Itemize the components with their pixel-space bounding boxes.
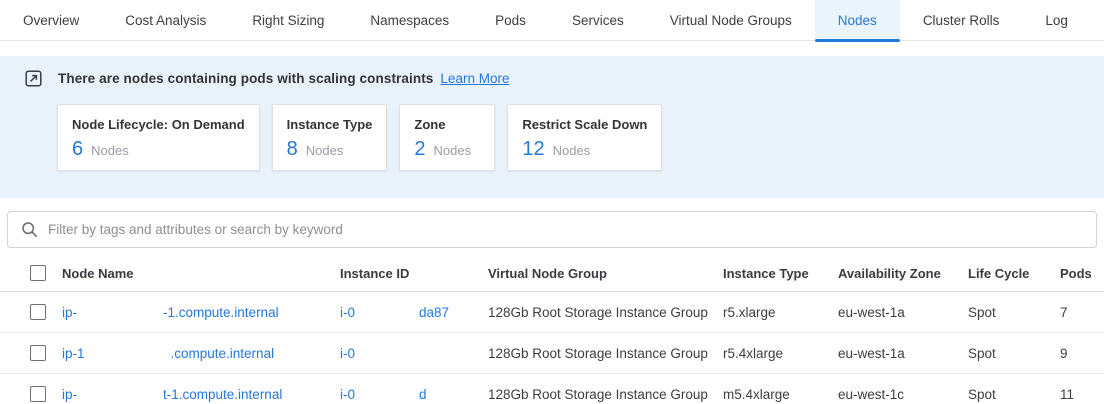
card-title: Restrict Scale Down xyxy=(522,117,647,132)
filter-search-box xyxy=(7,211,1097,248)
column-header-instance-id[interactable]: Instance ID xyxy=(340,266,488,281)
card-title: Node Lifecycle: On Demand xyxy=(72,117,245,132)
row-checkbox[interactable] xyxy=(30,304,46,320)
column-header-availability-zone[interactable]: Availability Zone xyxy=(838,266,968,281)
node-name-fragment: ip- xyxy=(62,305,77,320)
life-cycle-cell: Spot xyxy=(968,346,1060,361)
card-zone[interactable]: Zone 2 Nodes xyxy=(399,104,495,171)
availability-zone-cell: eu-west-1a xyxy=(838,305,968,320)
search-icon xyxy=(21,221,38,238)
card-count: 12 xyxy=(522,138,544,161)
card-restrict-scale-down[interactable]: Restrict Scale Down 12 Nodes xyxy=(507,104,662,171)
instance-id-link[interactable]: i-0 da87 xyxy=(340,305,488,320)
node-name-link[interactable]: ip-1 .compute.internal xyxy=(55,346,340,361)
row-checkbox[interactable] xyxy=(30,345,46,361)
card-count: 2 xyxy=(414,138,425,161)
life-cycle-cell: Spot xyxy=(968,305,1060,320)
card-count: 8 xyxy=(287,138,298,161)
table-row: ip-t-1.compute.internal i-0 d 128Gb Root … xyxy=(0,374,1104,404)
virtual-node-group-cell: 128Gb Root Storage Instance Group xyxy=(488,305,723,320)
tab-pods[interactable]: Pods xyxy=(472,0,549,40)
node-name-link[interactable]: ip- -1.compute.internal xyxy=(55,305,340,320)
instance-id-link[interactable]: i-0 d xyxy=(340,387,488,402)
instance-type-cell: m5.4xlarge xyxy=(723,387,838,402)
life-cycle-cell: Spot xyxy=(968,387,1060,402)
node-name-fragment: ip- xyxy=(62,387,77,402)
card-instance-type[interactable]: Instance Type 8 Nodes xyxy=(272,104,388,171)
nodes-table-header: Node Name Instance ID Virtual Node Group… xyxy=(0,255,1104,292)
instance-id-link[interactable]: i-0 xyxy=(340,346,488,361)
node-name-fragment: .compute.internal xyxy=(171,346,275,361)
constraint-cards: Node Lifecycle: On Demand 6 Nodes Instan… xyxy=(57,104,1104,171)
select-all-checkbox[interactable] xyxy=(30,265,46,281)
availability-zone-cell: eu-west-1c xyxy=(838,387,968,402)
availability-zone-cell: eu-west-1a xyxy=(838,346,968,361)
pods-cell: 11 xyxy=(1060,387,1104,402)
tab-cluster-rolls[interactable]: Cluster Rolls xyxy=(900,0,1023,40)
cluster-tab-bar: Overview Cost Analysis Right Sizing Name… xyxy=(0,0,1104,41)
column-header-pods[interactable]: Pods xyxy=(1060,266,1104,281)
tab-services[interactable]: Services xyxy=(549,0,647,40)
tab-overview[interactable]: Overview xyxy=(0,0,102,40)
card-count: 6 xyxy=(72,138,83,161)
instance-type-cell: r5.xlarge xyxy=(723,305,838,320)
instance-id-fragment: i-0 xyxy=(340,387,355,402)
column-header-life-cycle[interactable]: Life Cycle xyxy=(968,266,1060,281)
instance-type-cell: r5.4xlarge xyxy=(723,346,838,361)
node-name-fragment: ip-1 xyxy=(62,346,85,361)
learn-more-link[interactable]: Learn More xyxy=(440,71,509,86)
pods-cell: 7 xyxy=(1060,305,1104,320)
tab-virtual-node-groups[interactable]: Virtual Node Groups xyxy=(647,0,815,40)
card-unit: Nodes xyxy=(91,143,129,158)
tab-right-sizing[interactable]: Right Sizing xyxy=(229,0,347,40)
row-checkbox[interactable] xyxy=(30,386,46,402)
card-unit: Nodes xyxy=(306,143,344,158)
column-header-instance-type[interactable]: Instance Type xyxy=(723,266,838,281)
table-row: ip-1 .compute.internal i-0 128Gb Root Sto… xyxy=(0,333,1104,374)
node-name-fragment: -1.compute.internal xyxy=(163,305,279,320)
card-unit: Nodes xyxy=(553,143,591,158)
card-unit: Nodes xyxy=(434,143,472,158)
node-name-fragment: t-1.compute.internal xyxy=(163,387,282,402)
card-title: Instance Type xyxy=(287,117,373,132)
pods-cell: 9 xyxy=(1060,346,1104,361)
scaling-constraints-banner: There are nodes containing pods with sca… xyxy=(0,56,1104,198)
instance-id-fragment: da87 xyxy=(419,305,449,320)
tab-log[interactable]: Log xyxy=(1022,0,1091,40)
tab-cost-analysis[interactable]: Cost Analysis xyxy=(102,0,229,40)
table-row: ip- -1.compute.internal i-0 da87 128Gb Roo… xyxy=(0,292,1104,333)
column-header-virtual-node-group[interactable]: Virtual Node Group xyxy=(488,266,723,281)
card-title: Zone xyxy=(414,117,480,132)
instance-id-fragment: i-0 xyxy=(340,305,355,320)
tab-nodes[interactable]: Nodes xyxy=(815,0,900,40)
column-header-node-name[interactable]: Node Name xyxy=(55,266,340,281)
search-input[interactable] xyxy=(48,222,1096,237)
tab-namespaces[interactable]: Namespaces xyxy=(347,0,472,40)
virtual-node-group-cell: 128Gb Root Storage Instance Group xyxy=(488,346,723,361)
instance-id-fragment: d xyxy=(419,387,427,402)
node-name-link[interactable]: ip-t-1.compute.internal xyxy=(55,387,340,402)
virtual-node-group-cell: 128Gb Root Storage Instance Group xyxy=(488,387,723,402)
instance-id-fragment: i-0 xyxy=(340,346,355,361)
banner-message: There are nodes containing pods with sca… xyxy=(58,71,433,86)
card-node-lifecycle-on-demand[interactable]: Node Lifecycle: On Demand 6 Nodes xyxy=(57,104,260,171)
scale-up-constraint-icon xyxy=(25,70,42,87)
